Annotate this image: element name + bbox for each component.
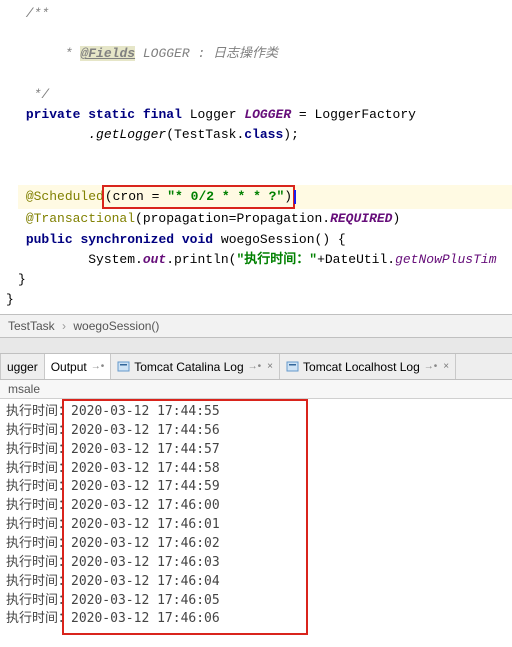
caret — [294, 190, 296, 204]
println-line: System.out.println("执行时间："+DateUtil.getN… — [18, 250, 512, 270]
logger-getlogger: .getLogger(TestTask.class); — [18, 125, 512, 145]
tab-debugger[interactable]: ugger — [0, 354, 45, 379]
javadoc-tag: @Fields — [80, 46, 135, 61]
tab-catalina[interactable]: Tomcat Catalina Log →• × — [111, 354, 280, 379]
cron-highlight-box: (cron = "* 0/2 * * * ?") — [102, 185, 295, 209]
console-line: 执行时间：2020-03-12 17:46:06 — [6, 610, 512, 629]
javadoc-open: /** — [18, 4, 512, 24]
javadoc-line: * @Fields LOGGER : 日志操作类 — [18, 24, 512, 84]
console-line: 执行时间：2020-03-12 17:46:04 — [6, 573, 512, 592]
scheduled-line: @Scheduled(cron = "* 0/2 * * * ?") — [18, 185, 512, 209]
console-line: 执行时间：2020-03-12 17:44:57 — [6, 441, 512, 460]
brace-close-2: } — [6, 290, 512, 310]
javadoc-desc: LOGGER : 日志操作类 — [135, 46, 278, 61]
pin-icon[interactable]: →• — [248, 361, 262, 372]
console-line: 执行时间：2020-03-12 17:44:58 — [6, 460, 512, 479]
console-line: 执行时间：2020-03-12 17:44:55 — [6, 403, 512, 422]
tomcat-icon — [286, 360, 299, 373]
brace-close-1: } — [18, 270, 512, 290]
pin-icon[interactable]: →• — [424, 361, 438, 372]
code-editor[interactable]: /** * @Fields LOGGER : 日志操作类 */ private … — [0, 0, 512, 314]
close-icon[interactable]: × — [443, 361, 449, 372]
chevron-right-icon: › — [62, 319, 66, 333]
method-decl: public synchronized void woegoSession() … — [18, 230, 512, 250]
console-line: 执行时间：2020-03-12 17:46:02 — [6, 535, 512, 554]
breadcrumb[interactable]: TestTask › woegoSession() — [0, 314, 512, 338]
transactional-line: @Transactional(propagation=Propagation.R… — [18, 209, 512, 229]
console-line: 执行时间：2020-03-12 17:46:00 — [6, 497, 512, 516]
console-line: 执行时间：2020-03-12 17:46:03 — [6, 554, 512, 573]
console-output[interactable]: 执行时间：2020-03-12 17:44:55执行时间：2020-03-12 … — [0, 399, 512, 633]
output-context-label: msale — [0, 380, 512, 399]
output-tabs: ugger Output →• Tomcat Catalina Log →• ×… — [0, 354, 512, 380]
tab-localhost[interactable]: Tomcat Localhost Log →• × — [280, 354, 456, 379]
javadoc-close: */ — [18, 85, 512, 105]
panel-splitter[interactable] — [0, 338, 512, 354]
breadcrumb-item[interactable]: woegoSession() — [73, 319, 159, 333]
pin-icon[interactable]: →• — [91, 361, 105, 372]
console-line: 执行时间：2020-03-12 17:44:59 — [6, 478, 512, 497]
tab-output[interactable]: Output →• — [45, 354, 112, 379]
console-line: 执行时间：2020-03-12 17:44:56 — [6, 422, 512, 441]
console-line: 执行时间：2020-03-12 17:46:05 — [6, 592, 512, 611]
logger-decl: private static final Logger LOGGER = Log… — [18, 105, 512, 125]
console-line: 执行时间：2020-03-12 17:46:01 — [6, 516, 512, 535]
tomcat-icon — [117, 360, 130, 373]
close-icon[interactable]: × — [267, 361, 273, 372]
breadcrumb-item[interactable]: TestTask — [8, 319, 55, 333]
